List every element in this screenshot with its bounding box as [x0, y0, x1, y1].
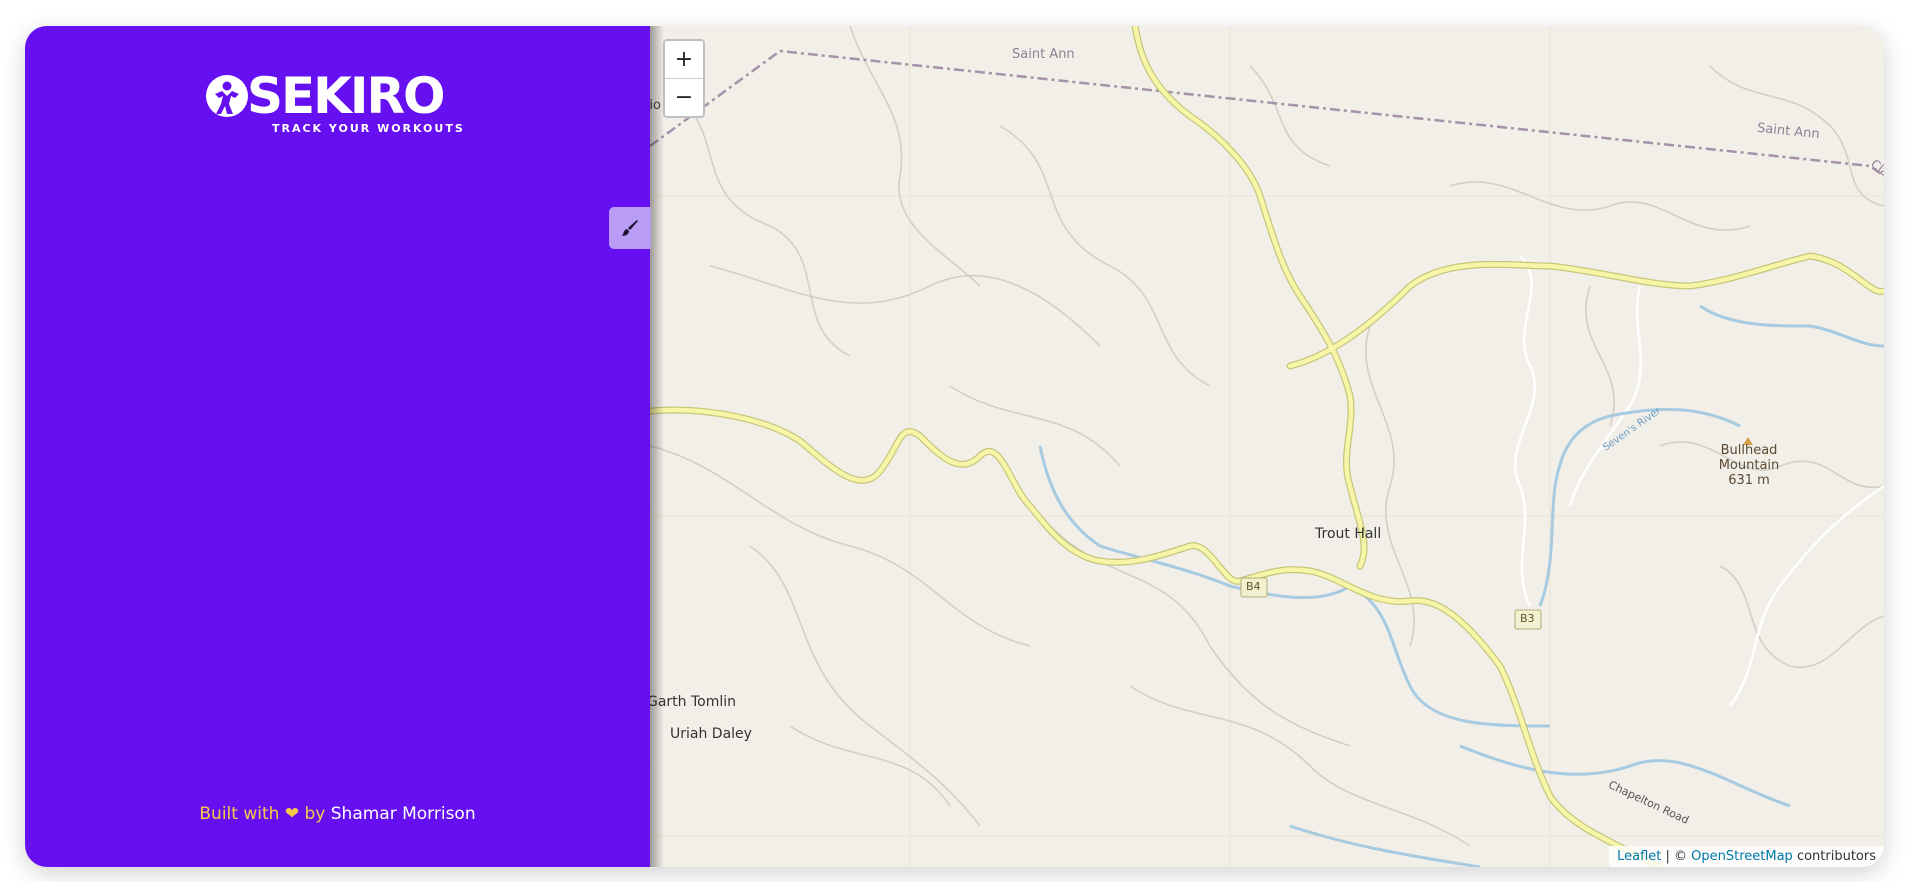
label-saint-ann-left: Saint Ann — [1012, 47, 1075, 62]
label-uriah-daley: Uriah Daley — [670, 726, 752, 742]
label-bullhead-mountain: Bullhead Mountain 631 m — [1718, 443, 1780, 488]
logo-tagline: TRACK YOUR WORKOUTS — [272, 122, 465, 135]
osm-link[interactable]: OpenStreetMap — [1691, 849, 1793, 864]
app-window: SEKIRO TRACK YOUR WORKOUTS Built with ❤ … — [25, 26, 1884, 867]
footer-by: by — [304, 804, 326, 824]
sidebar: SEKIRO TRACK YOUR WORKOUTS Built with ❤ … — [25, 26, 650, 867]
sidebar-shadow — [650, 26, 664, 867]
theme-toggle-button[interactable] — [609, 207, 651, 249]
leaflet-link[interactable]: Leaflet — [1617, 849, 1661, 864]
sidebar-footer: Built with ❤ by Shamar Morrison — [25, 804, 650, 824]
logo-wordmark: SEKIRO — [247, 67, 446, 125]
zoom-control: + − — [663, 39, 705, 118]
runner-logo-icon — [206, 75, 248, 117]
author-link[interactable]: Shamar Morrison — [331, 804, 476, 824]
attribution-contributors: contributors — [1792, 849, 1876, 864]
footer-prefix: Built with — [199, 804, 280, 824]
label-trout-hall: Trout Hall — [1315, 526, 1382, 542]
label-road-b4: B4 — [1246, 580, 1261, 593]
attribution-separator: | © — [1661, 849, 1692, 864]
map-view[interactable]: Saint Ann Saint Ann Clarendon rio Bullhe… — [650, 26, 1884, 867]
label-road-b3: B3 — [1520, 612, 1535, 625]
map-canvas — [650, 26, 1884, 867]
heart-icon: ❤ — [284, 804, 300, 824]
map-attribution: Leaflet | © OpenStreetMap contributors — [1609, 846, 1884, 867]
paintbrush-icon — [622, 220, 638, 236]
zoom-out-button[interactable]: − — [665, 78, 703, 116]
logo: SEKIRO TRACK YOUR WORKOUTS — [205, 68, 475, 142]
zoom-in-button[interactable]: + — [665, 41, 703, 78]
